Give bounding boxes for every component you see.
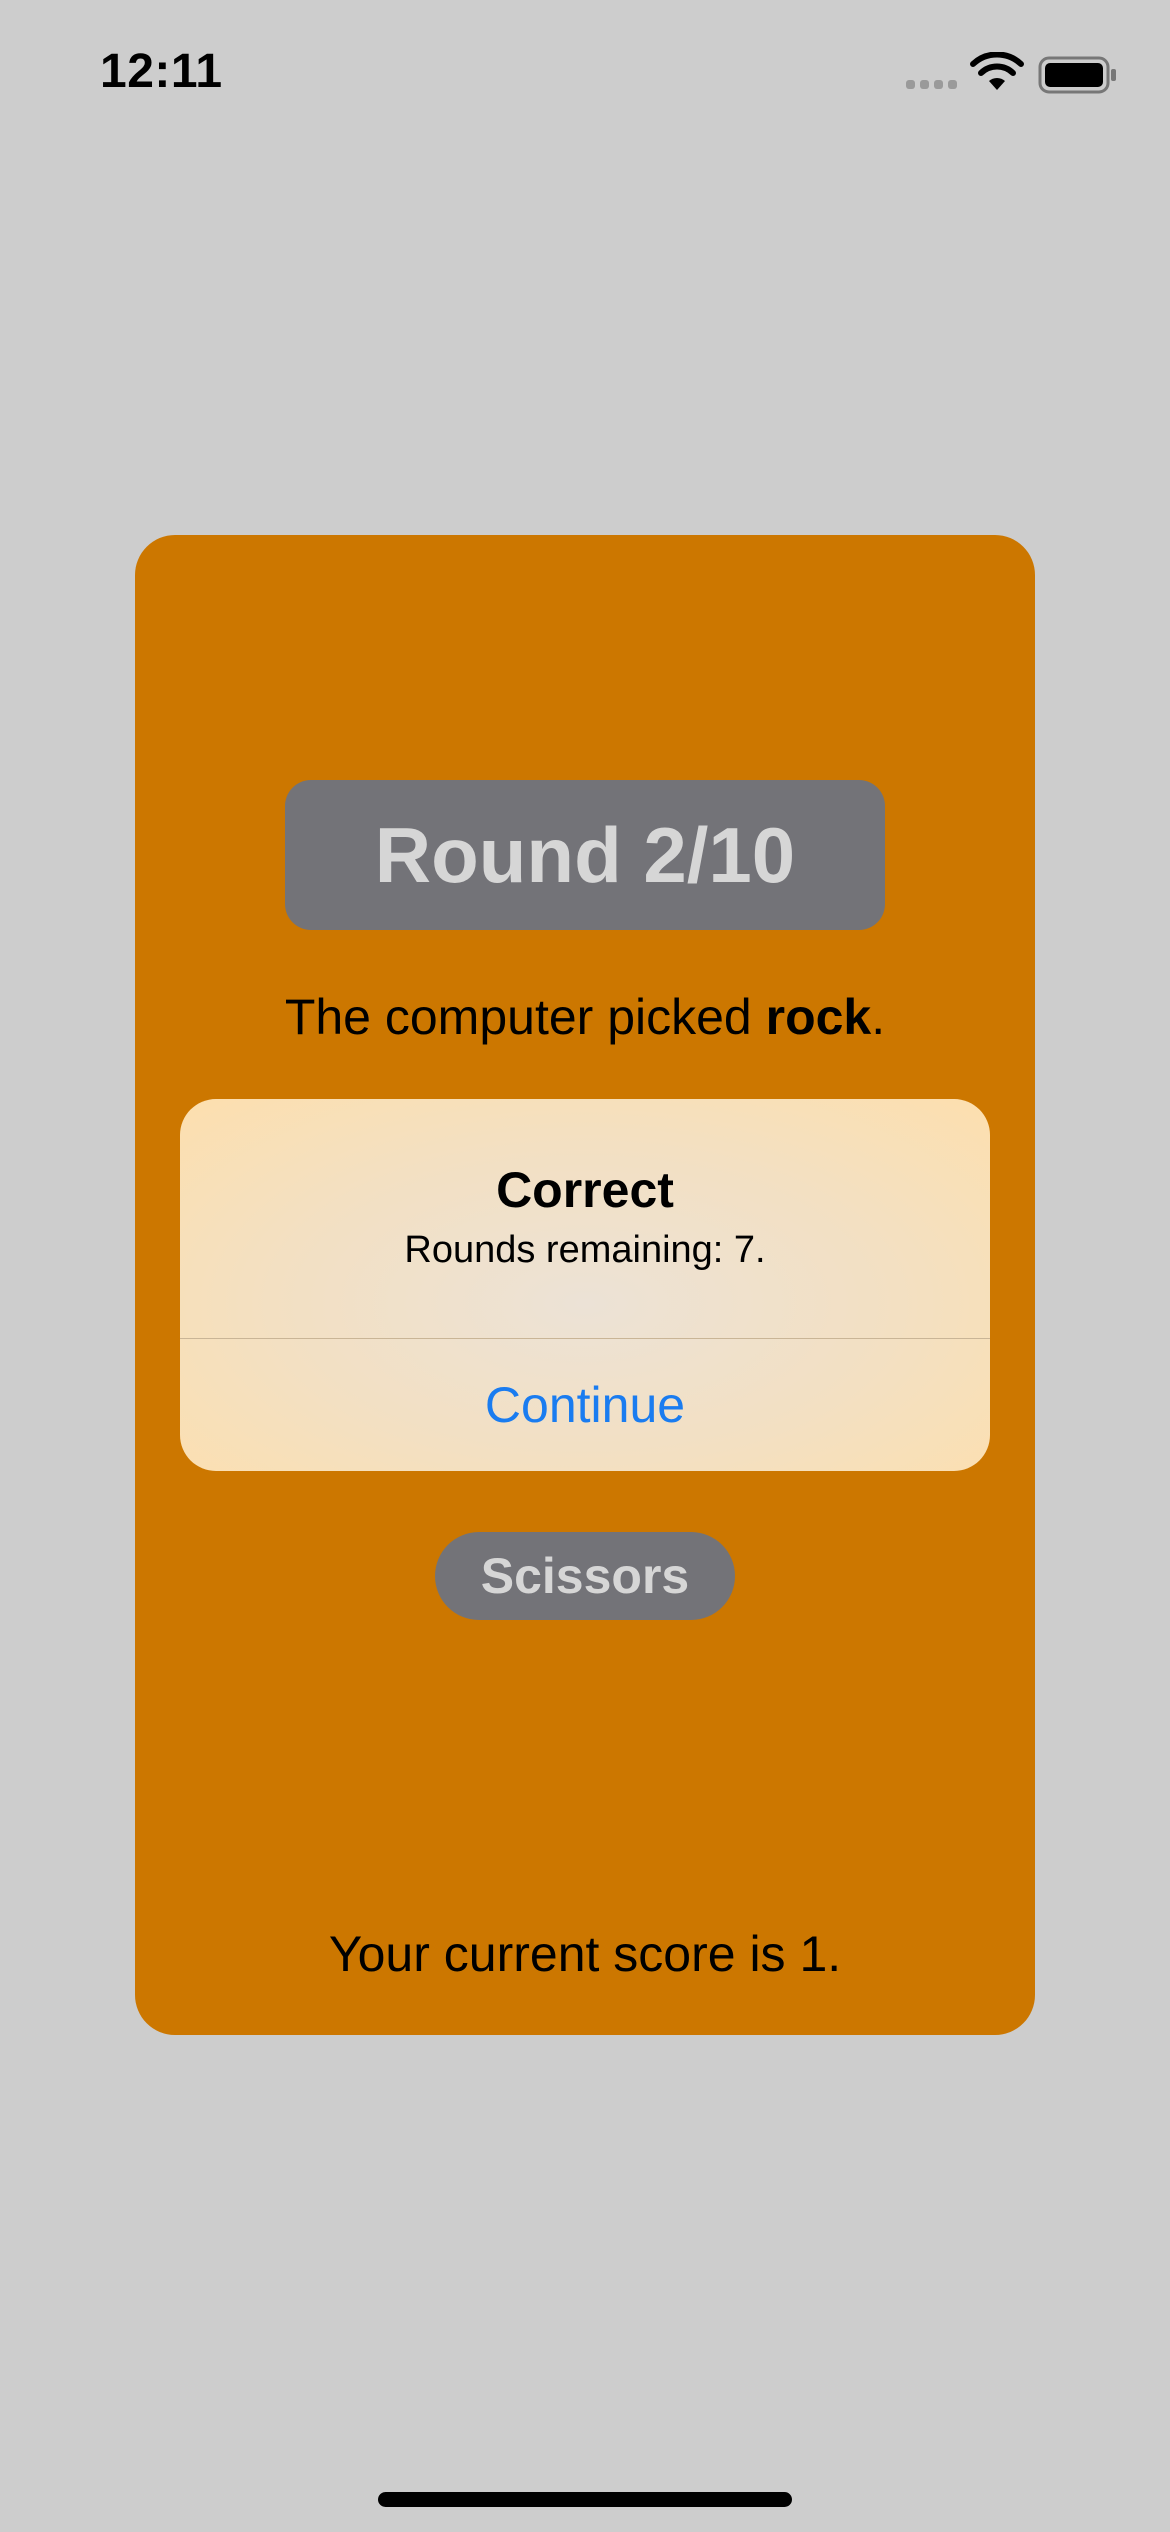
computer-pick-prefix: The computer picked (284, 989, 766, 1045)
alert-message: Rounds remaining: 7. (404, 1229, 766, 1271)
continue-button[interactable]: Continue (180, 1339, 990, 1471)
result-alert: Correct Rounds remaining: 7. Continue (180, 1099, 990, 1471)
alert-title: Correct (496, 1162, 674, 1218)
scissors-button[interactable]: Scissors (435, 1532, 735, 1620)
battery-icon (1038, 55, 1118, 100)
status-bar: 12:11 (0, 0, 1170, 150)
computer-pick-choice: rock (765, 989, 872, 1045)
status-time: 12:11 (100, 45, 223, 98)
round-indicator: Round 2/10 (285, 780, 885, 930)
score-text: Your current score is 1. (328, 1926, 842, 1982)
wifi-icon (970, 51, 1024, 97)
computer-pick-suffix: . (871, 989, 886, 1045)
home-indicator[interactable] (378, 2492, 792, 2507)
computer-pick-text: The computer picked rock. (135, 988, 1035, 1046)
signal-icon (906, 80, 957, 89)
